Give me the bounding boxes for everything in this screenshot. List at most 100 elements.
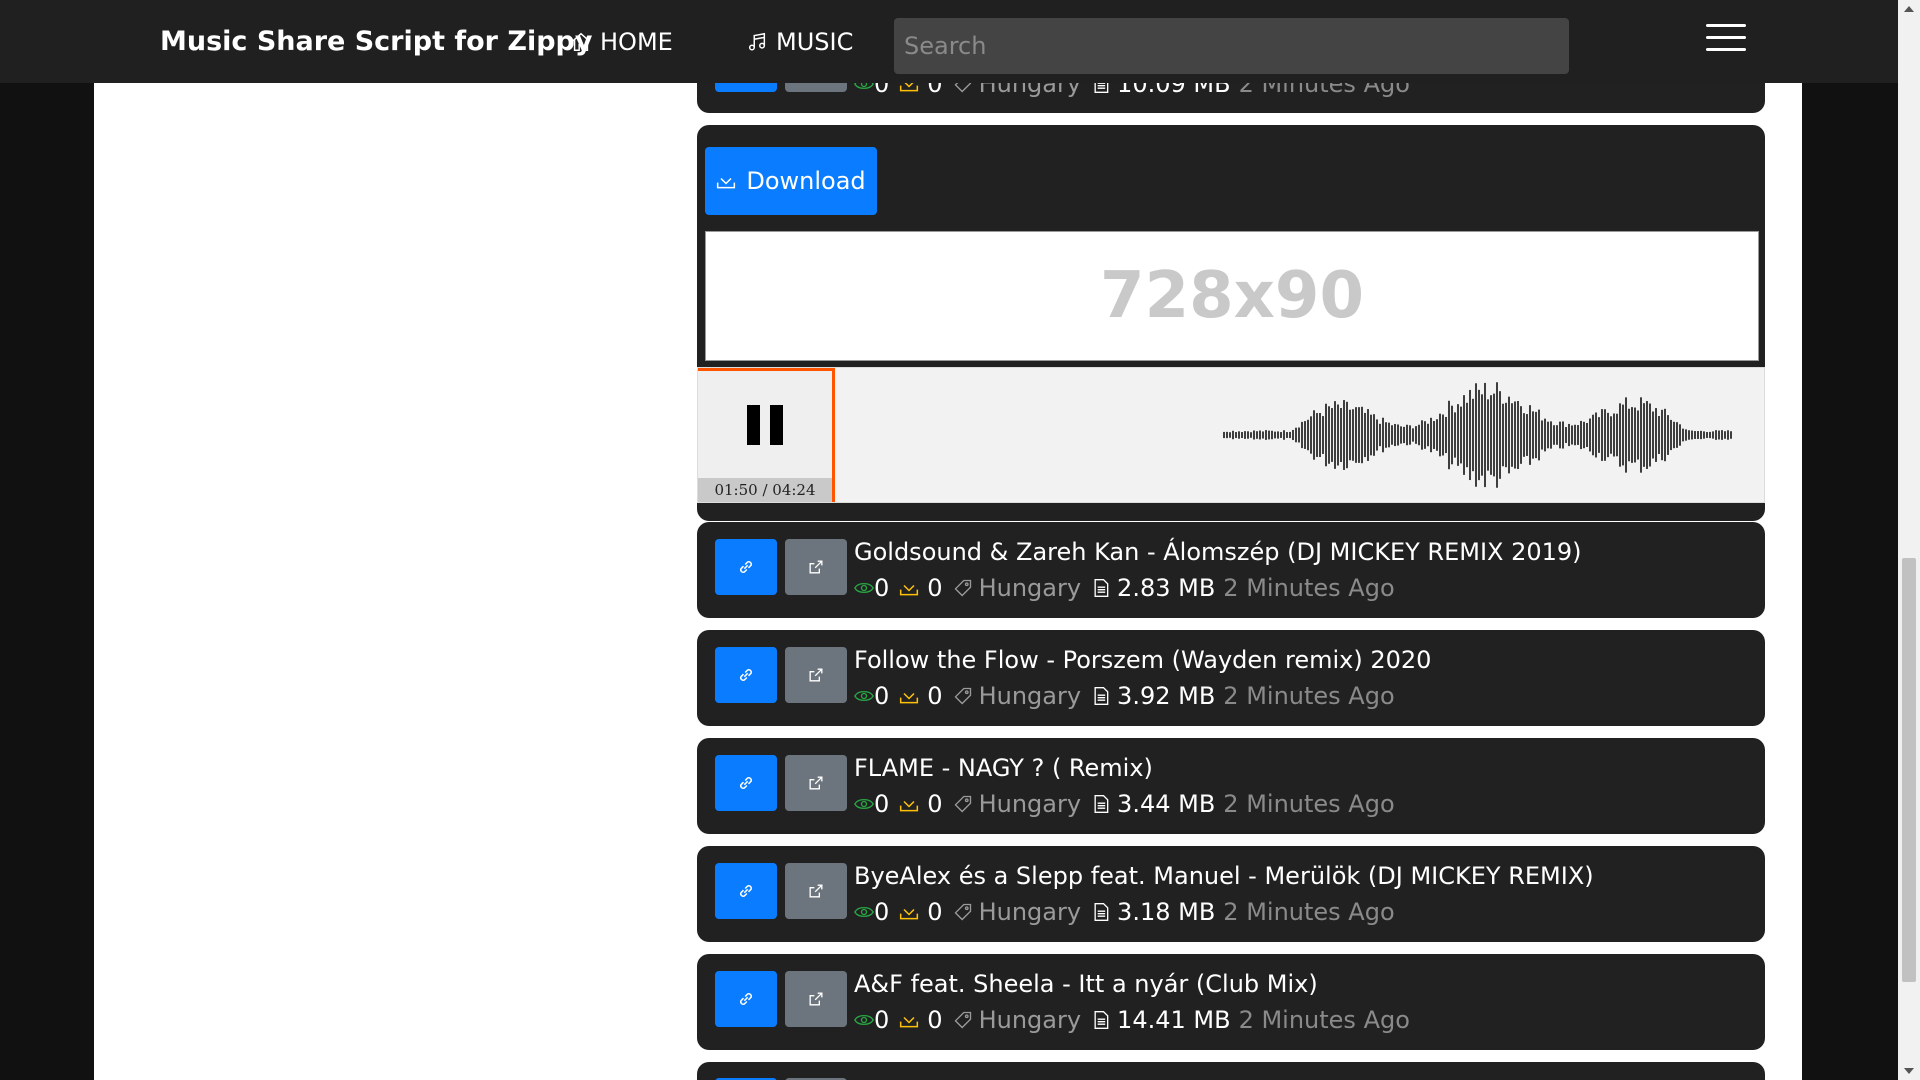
track-country[interactable]: Hungary [979, 1006, 1081, 1034]
waveform-played [836, 392, 1222, 478]
track-downloads: 0 [927, 1006, 943, 1034]
ad-banner-text: 728x90 [1100, 259, 1364, 333]
track-share-button[interactable] [785, 539, 847, 595]
share-icon [809, 668, 823, 682]
track-link-button[interactable] [715, 647, 777, 703]
file-icon [1094, 1011, 1109, 1029]
track-share-button[interactable] [785, 971, 847, 1027]
track-views: 0 [874, 898, 890, 926]
file-icon [1094, 903, 1109, 921]
play-pause-button[interactable]: 01:50 / 04:24 [698, 368, 832, 502]
share-icon [809, 992, 823, 1006]
download-icon [717, 177, 736, 189]
track-link-button[interactable] [715, 863, 777, 919]
track-meta: 0 0 Hungary 3.44 MB 2 Minutes Ago [854, 790, 1395, 818]
track-title[interactable]: FLAME - NAGY ? ( Remix) [854, 754, 1153, 782]
track-link-button[interactable] [715, 755, 777, 811]
file-icon [1094, 795, 1109, 813]
link-icon [740, 669, 752, 681]
download-button-label: Download [746, 167, 866, 195]
track-views: 0 [874, 790, 890, 818]
site-brand[interactable]: Music Share Script for Zippy [160, 26, 593, 57]
ad-banner[interactable]: 728x90 [705, 231, 1759, 361]
track-country[interactable]: Hungary [979, 898, 1081, 926]
link-icon [740, 561, 752, 573]
hamburger-bar [1706, 48, 1746, 51]
track-time-ago: 2 Minutes Ago [1223, 574, 1395, 602]
track-card [697, 1062, 1765, 1080]
track-country[interactable]: Hungary [979, 682, 1081, 710]
tag-icon [954, 903, 971, 921]
download-icon [900, 692, 919, 704]
download-icon [900, 584, 919, 596]
player-card: Download 728x90 01:50 / 04:24 [697, 125, 1765, 521]
track-card: A&F feat. Sheela - Itt a nyár (Club Mix)… [697, 954, 1765, 1050]
track-downloads: 0 [927, 790, 943, 818]
file-icon [1094, 687, 1109, 705]
waveform-unplayed [1223, 382, 1732, 488]
track-time-ago: 2 Minutes Ago [1223, 790, 1395, 818]
track-meta: 0 0 Hungary 3.18 MB 2 Minutes Ago [854, 898, 1395, 926]
track-downloads: 0 [927, 682, 943, 710]
tag-icon [954, 1011, 971, 1029]
track-link-button[interactable] [715, 539, 777, 595]
track-share-button[interactable] [785, 755, 847, 811]
page-scrollbar[interactable] [1898, 0, 1920, 1080]
hamburger-bar [1706, 36, 1746, 39]
track-title[interactable]: ByeAlex és a Slepp feat. Manuel - Merülö… [854, 862, 1594, 890]
track-time-ago: 2 Minutes Ago [1223, 682, 1395, 710]
download-button[interactable]: Download [705, 147, 877, 215]
tag-icon [954, 795, 971, 813]
track-share-button[interactable] [785, 647, 847, 703]
waveform-seekbar[interactable] [835, 368, 1764, 502]
track-time-ago: 2 Minutes Ago [1238, 1006, 1410, 1034]
track-size: 14.41 MB [1117, 1006, 1231, 1034]
share-icon [809, 560, 823, 574]
music-note-icon [748, 32, 766, 51]
track-views: 0 [874, 574, 890, 602]
navbar: Music Share Script for Zippy HOME MUSIC [0, 0, 1898, 83]
nav-music-label: MUSIC [776, 28, 854, 56]
scroll-down-arrow[interactable] [1904, 1068, 1914, 1074]
file-icon [1094, 579, 1109, 597]
share-icon [809, 776, 823, 790]
track-size: 3.18 MB [1117, 898, 1216, 926]
link-icon [740, 993, 752, 1005]
track-title[interactable]: A&F feat. Sheela - Itt a nyár (Club Mix) [854, 970, 1318, 998]
nav-music[interactable]: MUSIC [746, 28, 853, 56]
pause-icon [747, 405, 783, 445]
eye-icon [854, 798, 874, 810]
link-icon [740, 777, 752, 789]
search-input[interactable] [894, 18, 1569, 74]
nav-home[interactable]: HOME [570, 28, 673, 56]
track-size: 3.92 MB [1117, 682, 1216, 710]
track-country[interactable]: Hungary [979, 574, 1081, 602]
track-views: 0 [874, 682, 890, 710]
track-downloads: 0 [927, 898, 943, 926]
nav-home-label: HOME [600, 28, 673, 56]
track-link-button[interactable] [715, 971, 777, 1027]
download-icon [900, 908, 919, 920]
track-card: Follow the Flow - Porszem (Wayden remix)… [697, 630, 1765, 726]
eye-icon [854, 906, 874, 918]
track-title[interactable]: Goldsound & Zareh Kan - Álomszép (DJ MIC… [854, 538, 1582, 566]
scroll-up-arrow[interactable] [1904, 6, 1914, 12]
audio-player: 01:50 / 04:24 [697, 367, 1765, 503]
track-title[interactable]: Follow the Flow - Porszem (Wayden remix)… [854, 646, 1431, 674]
track-meta: 0 0 Hungary 2.83 MB 2 Minutes Ago [854, 574, 1395, 602]
link-icon [740, 885, 752, 897]
track-country[interactable]: Hungary [979, 790, 1081, 818]
track-share-button[interactable] [785, 863, 847, 919]
eye-icon [854, 582, 874, 594]
track-meta: 0 0 Hungary 14.41 MB 2 Minutes Ago [854, 1006, 1410, 1034]
tag-icon [954, 687, 971, 705]
track-meta: 0 0 Hungary 3.92 MB 2 Minutes Ago [854, 682, 1395, 710]
menu-toggle-button[interactable] [1706, 24, 1746, 54]
eye-icon [854, 690, 874, 702]
eye-icon [854, 1014, 874, 1026]
track-card: FLAME - NAGY ? ( Remix) 0 0 Hungary 3.44… [697, 738, 1765, 834]
track-card: ByeAlex és a Slepp feat. Manuel - Merülö… [697, 846, 1765, 942]
track-downloads: 0 [927, 574, 943, 602]
download-icon [900, 800, 919, 812]
scroll-thumb[interactable] [1902, 558, 1916, 982]
